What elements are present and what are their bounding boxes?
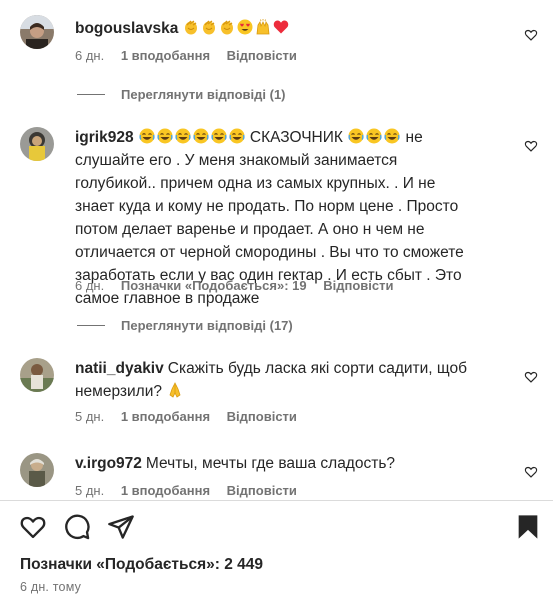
- paper-plane-icon[interactable]: [107, 513, 135, 541]
- comment-time[interactable]: 6 дн.: [75, 48, 104, 63]
- heart-outline-icon[interactable]: [524, 139, 538, 153]
- bookmark-filled-icon[interactable]: [514, 513, 542, 541]
- comment-time[interactable]: 5 дн.: [75, 483, 104, 498]
- avatar[interactable]: [20, 127, 54, 161]
- comment-text: natii_dyakiv Скажіть будь ласка які сорти…: [75, 357, 475, 403]
- avatar[interactable]: [20, 358, 54, 392]
- view-replies-line: [77, 325, 105, 326]
- red-heart-emoji-icon: [274, 20, 289, 34]
- reply-button[interactable]: Відповісти: [227, 409, 297, 424]
- heart-outline-icon[interactable]: [524, 370, 538, 384]
- comment-likes[interactable]: Позначки «Подобається»: 19: [121, 278, 307, 293]
- comment-body: Мечты, мечты где ваша сладость?: [145, 455, 396, 472]
- comment-icon[interactable]: [63, 513, 91, 541]
- heart-eyes-emoji-icon: [237, 19, 253, 35]
- reply-button[interactable]: Відповісти: [227, 48, 297, 63]
- heart-outline-icon[interactable]: [524, 465, 538, 479]
- tears-of-joy-emoji-icon: [192, 128, 209, 144]
- comment-likes[interactable]: 1 вподобання: [121, 48, 210, 63]
- avatar[interactable]: [20, 453, 54, 487]
- avatar[interactable]: [20, 15, 54, 49]
- comment-meta: 5 дн. 1 вподобання Відповісти: [75, 409, 310, 424]
- comment-text: bogouslavska: [75, 17, 475, 40]
- comment-meta: 6 дн. Позначки «Подобається»: 19 Відпові…: [75, 278, 407, 293]
- post-actions: [0, 513, 553, 543]
- comment-time[interactable]: 5 дн.: [75, 409, 104, 424]
- heart-outline-icon[interactable]: [524, 28, 538, 42]
- divider: [0, 500, 553, 501]
- comment-text-part1: СКАЗОЧНИК: [249, 129, 343, 146]
- heart-outline-icon[interactable]: [19, 513, 47, 541]
- post-time[interactable]: 6 дн. тому: [20, 580, 81, 594]
- tears-of-joy-emoji-icon: [174, 128, 191, 144]
- comment-time[interactable]: 6 дн.: [75, 278, 104, 293]
- comment-likes[interactable]: 1 вподобання: [121, 483, 210, 498]
- folded-hands-emoji-icon: [169, 382, 181, 398]
- view-replies-button[interactable]: Переглянути відповіді (1): [77, 87, 286, 102]
- comment-text: v.irgo972 Мечты, мечты где ваша сладость?: [75, 452, 475, 475]
- tears-of-joy-emoji-icon: [366, 128, 383, 144]
- comment-username[interactable]: bogouslavska: [75, 20, 178, 37]
- comment-username[interactable]: igrik928: [75, 129, 134, 146]
- comment-meta: 6 дн. 1 вподобання Відповісти: [75, 48, 310, 63]
- comment-meta: 5 дн. 1 вподобання Відповісти: [75, 483, 310, 498]
- clapping-hands-emoji-icon: [202, 20, 217, 35]
- raising-hands-emoji-icon: [256, 19, 270, 35]
- comment-username[interactable]: natii_dyakiv: [75, 360, 164, 377]
- clapping-hands-emoji-icon: [184, 20, 199, 35]
- clapping-hands-emoji-icon: [220, 20, 235, 35]
- tears-of-joy-emoji-icon: [210, 128, 227, 144]
- reply-button[interactable]: Відповісти: [227, 483, 297, 498]
- view-replies-line: [77, 94, 105, 95]
- post-likes-count[interactable]: Позначки «Подобається»: 2 449: [20, 556, 263, 574]
- tears-of-joy-emoji-icon: [156, 128, 173, 144]
- reply-button[interactable]: Відповісти: [323, 278, 393, 293]
- comments-list: bogouslavska 6 дн. 1 вподобання Відповіс…: [0, 0, 553, 500]
- comment-likes[interactable]: 1 вподобання: [121, 409, 210, 424]
- tears-of-joy-emoji-icon: [384, 128, 401, 144]
- view-replies-button[interactable]: Переглянути відповіді (17): [77, 318, 293, 333]
- comment-username[interactable]: v.irgo972: [75, 455, 142, 472]
- view-replies-label[interactable]: Переглянути відповіді (17): [121, 318, 293, 333]
- tears-of-joy-emoji-icon: [138, 128, 155, 144]
- tears-of-joy-emoji-icon: [348, 128, 365, 144]
- view-replies-label[interactable]: Переглянути відповіді (1): [121, 87, 286, 102]
- tears-of-joy-emoji-icon: [228, 128, 245, 144]
